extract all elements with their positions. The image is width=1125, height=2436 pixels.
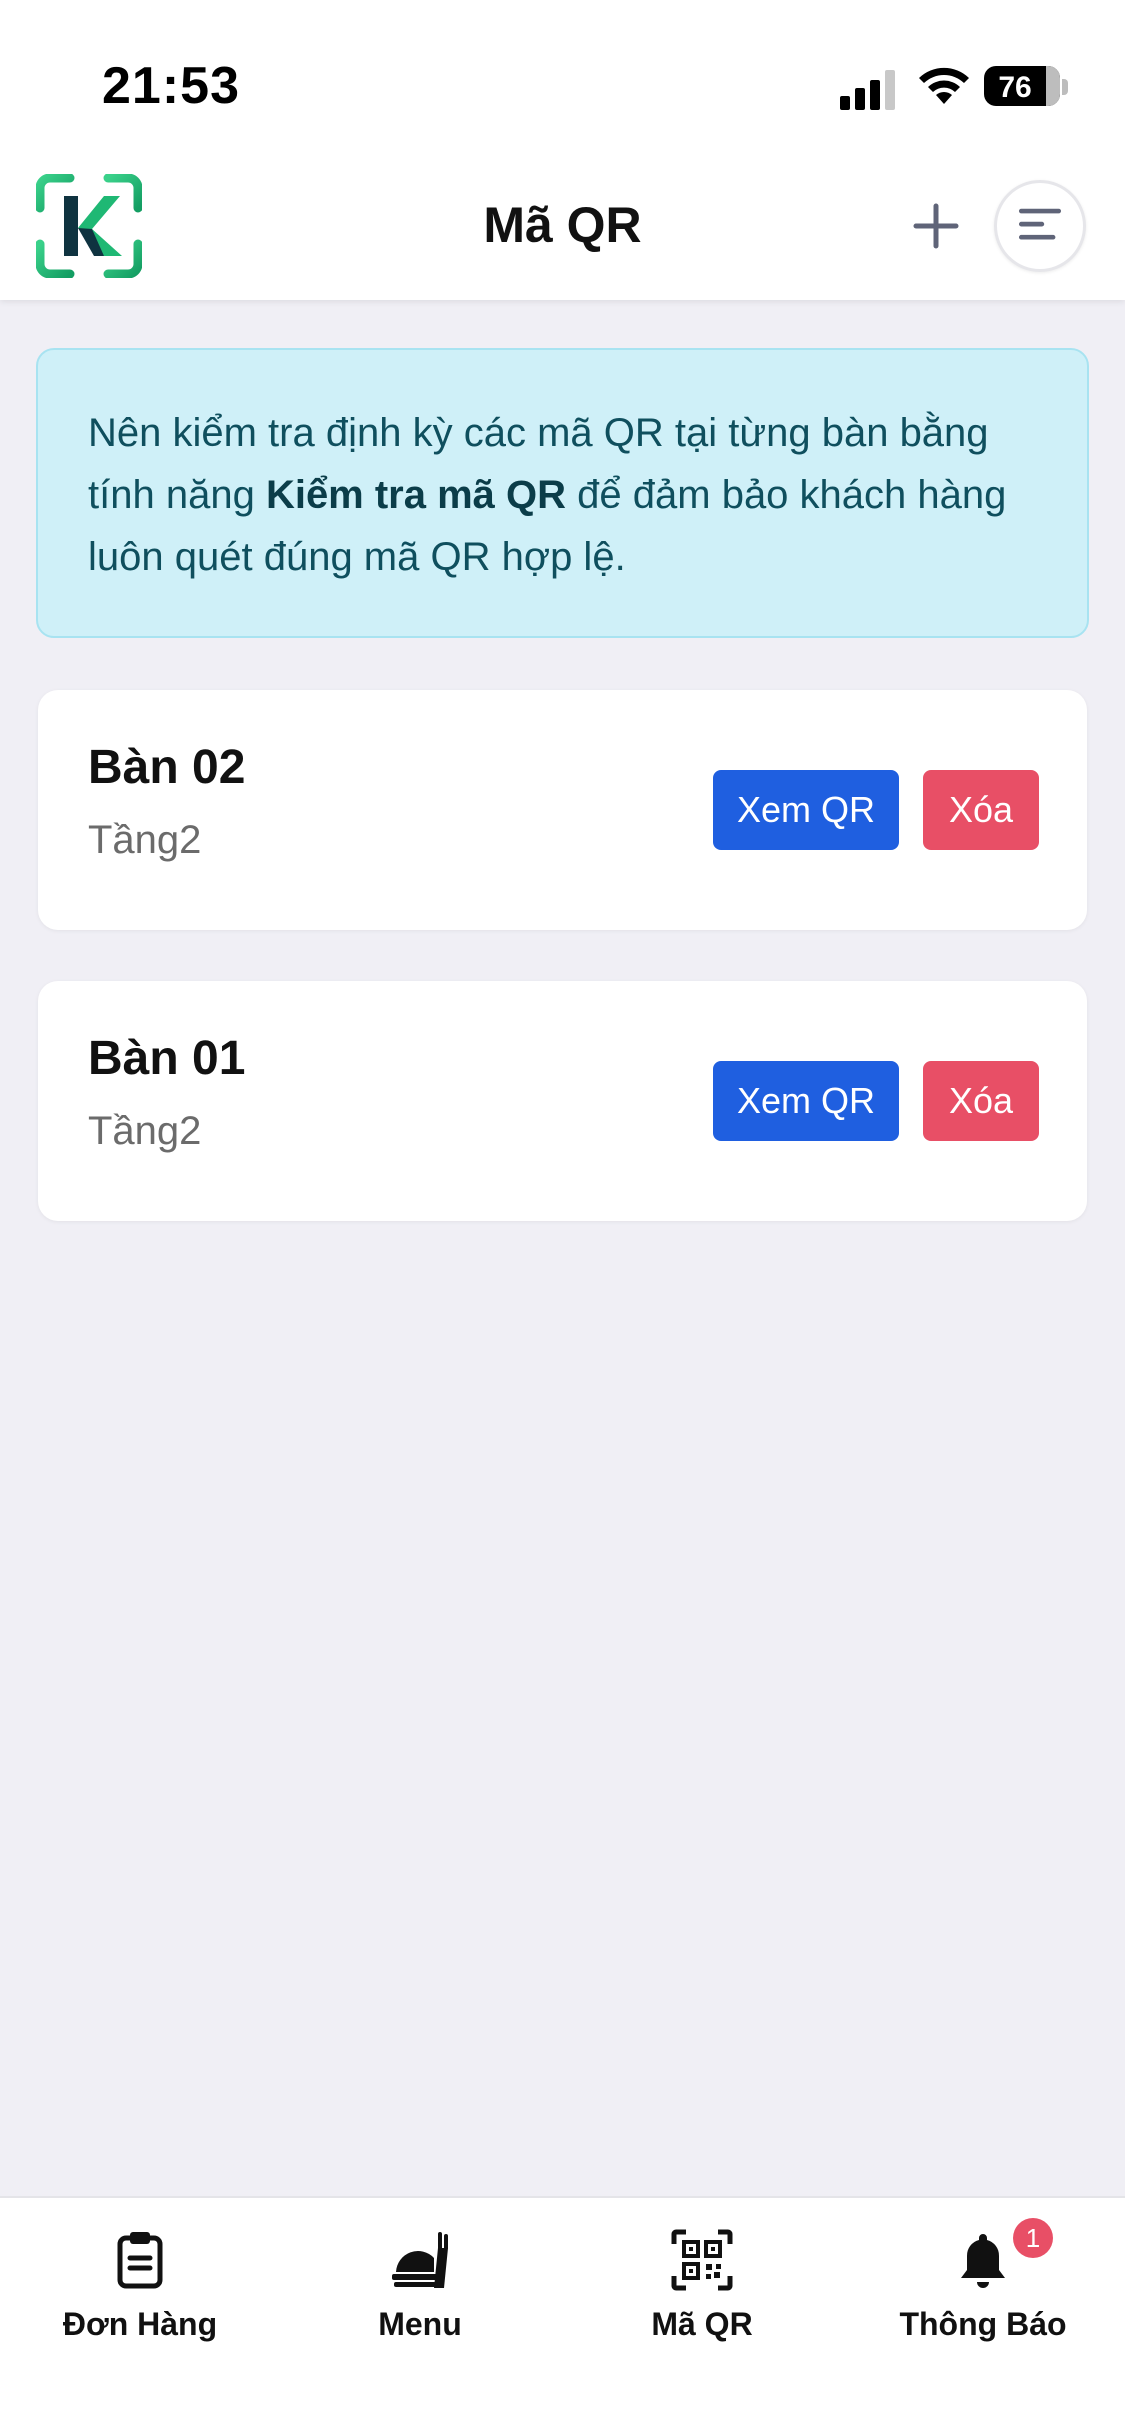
nav-item-notifications[interactable]: 1 Thông Báo <box>843 2218 1123 2343</box>
food-icon <box>392 2232 448 2288</box>
nav-label: Đơn Hàng <box>62 2306 218 2342</box>
nav-label: Menu <box>378 2306 462 2342</box>
view-qr-button[interactable]: Xem QR <box>713 1061 899 1141</box>
table-floor: Tầng2 <box>88 1109 202 1153</box>
table-name: Bàn 02 <box>88 741 246 794</box>
nav-label: Mã QR <box>651 2306 753 2342</box>
info-banner-text: Nên kiểm tra định kỳ các mã QR tại từng … <box>88 411 1007 579</box>
view-qr-button[interactable]: Xem QR <box>713 770 899 850</box>
top-bar: 21:53 76 Mã QR <box>0 0 1125 300</box>
clipboard-icon <box>117 2232 163 2289</box>
wifi-icon <box>919 67 969 104</box>
battery-level: 76 <box>998 71 1032 104</box>
menu-icon <box>1018 208 1062 240</box>
delete-button[interactable]: Xóa <box>923 1061 1039 1141</box>
battery-icon: 76 <box>984 64 1068 108</box>
nav-item-orders[interactable]: Đơn Hàng <box>0 2228 280 2343</box>
table-card: Bàn 02 Tầng2 Xem QR Xóa <box>38 690 1087 930</box>
nav-item-menu[interactable]: Menu <box>280 2228 560 2343</box>
qr-code-icon <box>671 2229 733 2291</box>
screen: 21:53 76 Mã QR Nên kiểm tra định kỳ các … <box>0 0 1125 2436</box>
add-icon[interactable] <box>906 196 966 256</box>
table-card: Bàn 01 Tầng2 Xem QR Xóa <box>38 981 1087 1221</box>
status-time: 21:53 <box>102 57 240 115</box>
info-banner: Nên kiểm tra định kỳ các mã QR tại từng … <box>36 348 1089 638</box>
menu-button[interactable] <box>994 180 1086 272</box>
nav-label: Thông Báo <box>899 2306 1067 2342</box>
table-floor: Tầng2 <box>88 818 202 862</box>
check-qr-feature-name: Kiểm tra mã QR <box>265 473 567 517</box>
nav-item-qr[interactable]: Mã QR <box>562 2228 842 2343</box>
delete-button[interactable]: Xóa <box>923 770 1039 850</box>
cellular-signal-icon <box>840 70 895 110</box>
table-name: Bàn 01 <box>88 1032 246 1085</box>
bell-icon <box>961 2234 1005 2288</box>
bottom-nav: Đơn Hàng Menu Mã QR 1 Thông Báo <box>0 2196 1125 2436</box>
notification-badge: 1 <box>1013 2218 1053 2258</box>
